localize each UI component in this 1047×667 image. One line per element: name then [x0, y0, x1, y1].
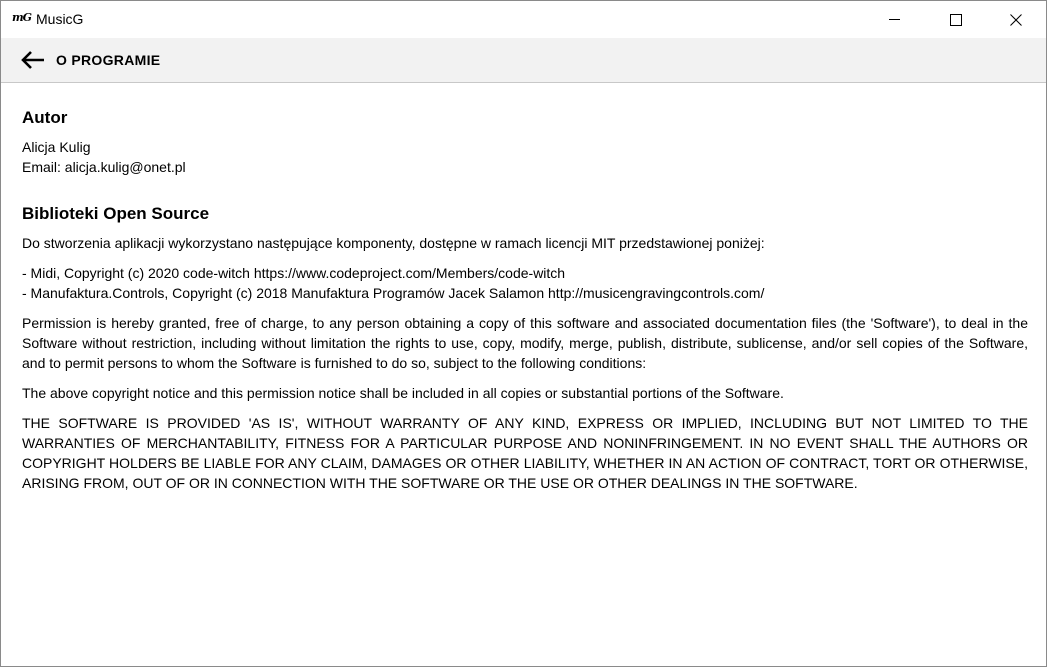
app-window: mG MusicG O PROGRAMIE Autor Alicja Kulig [0, 0, 1047, 667]
license-warranty: THE SOFTWARE IS PROVIDED 'AS IS', WITHOU… [22, 415, 1028, 491]
page-title: O PROGRAMIE [56, 52, 161, 68]
app-logo: mG [12, 11, 32, 24]
license-notice: The above copyright notice and this perm… [22, 385, 784, 401]
close-icon [1010, 13, 1022, 26]
author-name: Alicja Kulig [22, 139, 91, 155]
list-item: - Midi, Copyright (c) 2020 code-witch ht… [22, 265, 566, 281]
back-button[interactable] [17, 47, 49, 73]
about-content: Autor Alicja Kulig Email: alicja.kulig@o… [22, 83, 1028, 493]
window-title: MusicG [36, 11, 84, 27]
author-email[interactable]: Email: alicja.kulig@onet.pl [22, 157, 1028, 177]
maximize-button[interactable] [933, 1, 979, 38]
page-header: O PROGRAMIE [1, 38, 1046, 83]
license-permission: Permission is hereby granted, free of ch… [22, 315, 1028, 371]
close-button[interactable] [993, 1, 1039, 38]
minimize-button[interactable] [871, 1, 917, 38]
author-heading: Autor [22, 108, 68, 127]
title-bar[interactable]: mG MusicG [1, 1, 1046, 38]
maximize-icon [950, 13, 962, 26]
open-source-heading: Biblioteki Open Source [22, 204, 210, 223]
author-info: Alicja Kulig Email: alicja.kulig@onet.pl [22, 137, 1028, 177]
open-source-intro: Do stworzenia aplikacji wykorzystano nas… [22, 235, 765, 251]
minimize-icon [888, 19, 900, 20]
arrow-left-icon [21, 51, 44, 69]
library-list: - Midi, Copyright (c) 2020 code-witch ht… [22, 263, 1028, 303]
list-item: - Manufaktura.Controls, Copyright (c) 20… [22, 285, 765, 301]
